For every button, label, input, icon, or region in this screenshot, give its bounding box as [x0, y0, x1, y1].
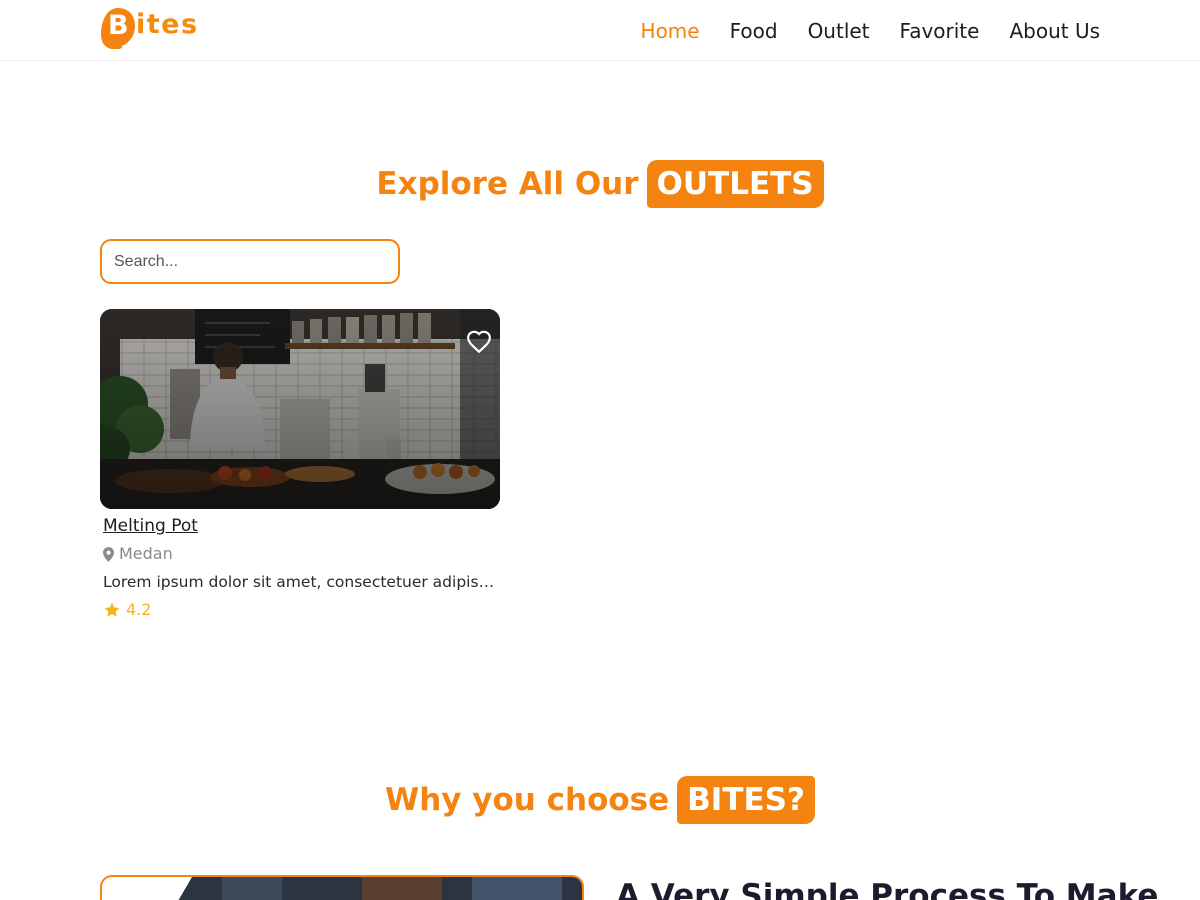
- outlets-section-title: Explore All Our OUTLETS: [0, 160, 1200, 208]
- search-input[interactable]: [100, 239, 400, 284]
- site-header: B ites Home Food Outlet Favorite About U…: [0, 0, 1200, 61]
- why-title-highlight: BITES?: [677, 776, 815, 824]
- logo-letter: B: [108, 10, 129, 41]
- bites-logo[interactable]: B ites: [100, 6, 210, 52]
- outlet-location: Medan: [103, 544, 500, 564]
- nav-outlet[interactable]: Outlet: [808, 17, 870, 45]
- outlet-location-text: Medan: [119, 544, 173, 563]
- outlet-rating: 4.2: [103, 600, 500, 620]
- why-section-photo: [178, 877, 582, 900]
- main-nav: Home Food Outlet Favorite About Us: [641, 17, 1100, 45]
- logo-text: ites: [136, 9, 199, 40]
- outlet-rating-value: 4.2: [126, 600, 152, 619]
- map-pin-icon: [103, 546, 114, 562]
- outlet-name-link[interactable]: Melting Pot: [103, 516, 198, 536]
- cafe-kitchen-photo: [100, 309, 500, 509]
- nav-favorite[interactable]: Favorite: [900, 17, 980, 45]
- why-section-image: [100, 875, 584, 900]
- star-icon: [104, 602, 120, 617]
- outlet-description: Lorem ipsum dolor sit amet, consectetuer…: [103, 573, 500, 591]
- outlet-card[interactable]: Melting Pot Medan Lorem ipsum dolor sit …: [100, 309, 500, 620]
- outlets-title-text: Explore All Our: [376, 166, 639, 202]
- nav-food[interactable]: Food: [730, 17, 778, 45]
- why-section-heading: A Very Simple Process To Make: [616, 878, 1159, 900]
- why-title-text: Why you choose: [385, 782, 670, 818]
- nav-about-us[interactable]: About Us: [1009, 17, 1100, 45]
- nav-home[interactable]: Home: [641, 17, 700, 45]
- outlet-card-image[interactable]: [100, 309, 500, 509]
- why-section-title: Why you choose BITES?: [0, 776, 1200, 824]
- outlets-title-highlight: OUTLETS: [646, 160, 824, 208]
- heart-icon[interactable]: [466, 329, 492, 355]
